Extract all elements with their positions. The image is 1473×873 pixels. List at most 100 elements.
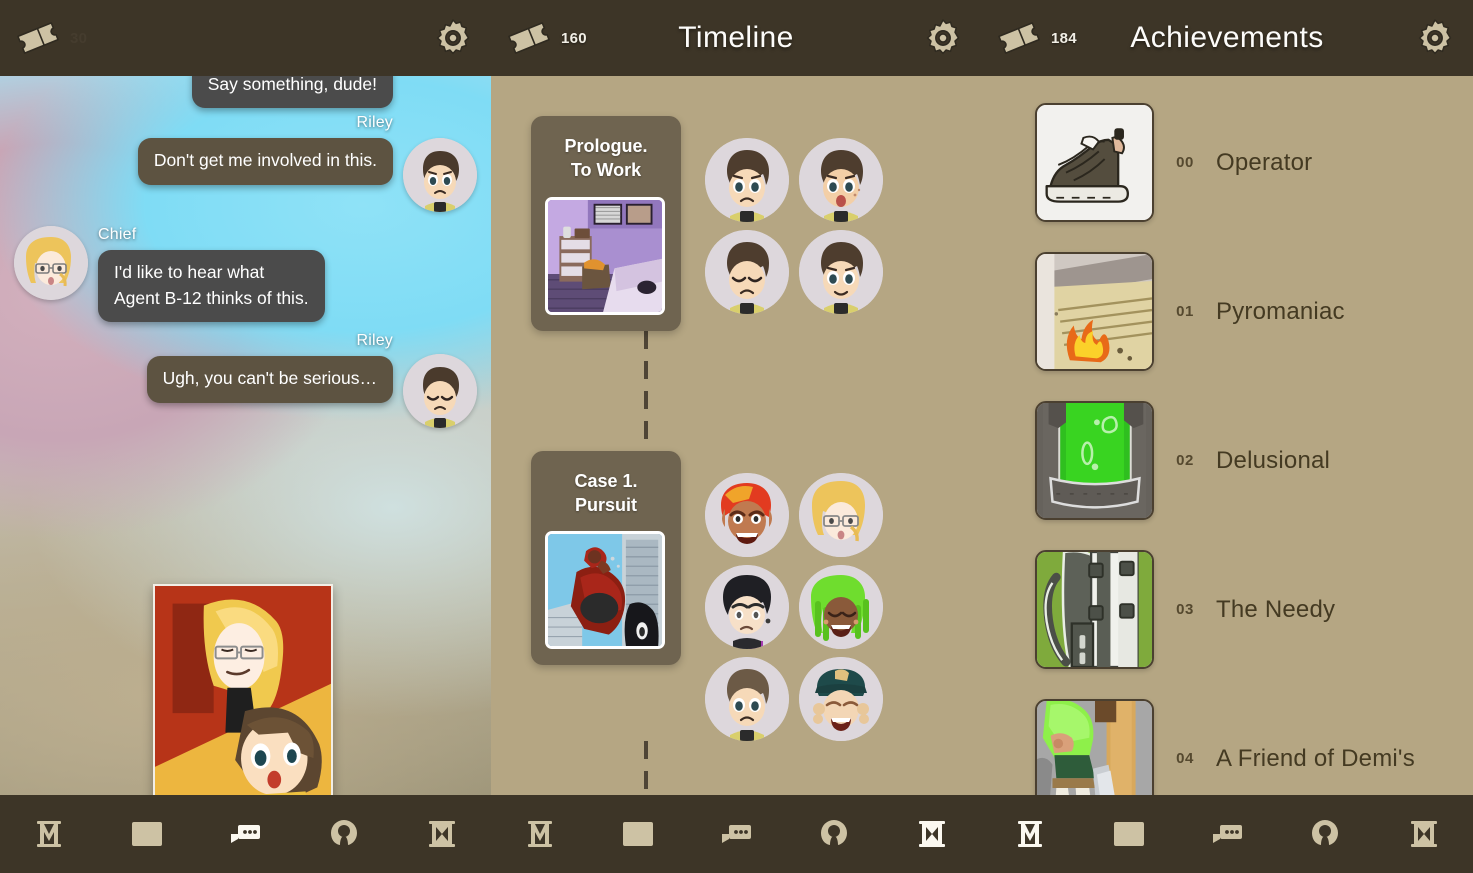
ticket-icon[interactable]	[505, 18, 553, 58]
avatar[interactable]	[403, 354, 477, 429]
character-face[interactable]	[799, 656, 883, 741]
chat-speaker-name: Riley	[356, 332, 393, 350]
episode-characters	[705, 116, 975, 314]
character-face[interactable]	[799, 564, 883, 649]
ticket-group-timeline: 160	[491, 18, 641, 58]
timeline-node: Case 1. Pursuit	[531, 450, 981, 741]
character-face[interactable]	[799, 472, 883, 557]
chat-body: Say something, dude! Riley Don't get me …	[0, 76, 491, 795]
nav-manga-m-icon[interactable]	[21, 806, 77, 862]
achievement-name: The Needy	[1216, 595, 1336, 623]
achievement-thumbnail[interactable]	[1035, 252, 1154, 371]
nav-chat-bubble-icon[interactable]	[217, 806, 273, 862]
achievement-number: 04	[1176, 750, 1194, 767]
chat-speaker-name: Riley	[356, 114, 393, 132]
achievement-thumbnail[interactable]	[1035, 550, 1154, 669]
achievement-row[interactable]: 01 Pyromaniac	[1035, 237, 1473, 386]
nav-manga-m-icon[interactable]	[1002, 806, 1058, 862]
avatar[interactable]	[403, 138, 477, 213]
ticket-icon[interactable]	[995, 18, 1043, 58]
episode-characters	[705, 451, 975, 741]
achievement-row[interactable]: 04 A Friend of Demi's	[1035, 684, 1473, 795]
achievement-name: Pyromaniac	[1216, 297, 1345, 325]
achievement-row[interactable]: 03 The Needy	[1035, 535, 1473, 684]
topbar-chat: 30	[0, 0, 491, 76]
episode-card[interactable]: Case 1. Pursuit	[531, 450, 681, 666]
gear-icon[interactable]	[431, 16, 475, 60]
nav-manga-m-icon[interactable]	[512, 806, 568, 862]
achievement-row[interactable]: 00 Operator	[1035, 88, 1473, 237]
timeline-body: Prologue. To Work Case 1. Pursuit	[491, 76, 981, 795]
ticket-group-achievements: 184	[981, 18, 1131, 58]
panel-chat: 30 Say something, dude! Riley Don't get …	[0, 0, 491, 873]
comic-panel[interactable]	[153, 584, 333, 795]
achievement-thumbnail[interactable]	[1035, 401, 1154, 520]
ticket-count: 30	[70, 29, 88, 47]
achievement-name: Delusional	[1216, 446, 1331, 474]
avatar[interactable]	[14, 226, 88, 301]
achievement-number: 01	[1176, 303, 1194, 320]
ticket-count: 160	[561, 29, 587, 47]
chat-message: Chief I'd like to hear what Agent B-12 t…	[14, 226, 477, 323]
episode-thumbnail[interactable]	[545, 531, 665, 650]
chat-bubble: Say something, dude!	[191, 76, 393, 109]
chat-message: Riley Ugh, you can't be serious…	[14, 332, 477, 429]
timeline-connector	[644, 330, 648, 451]
achievement-name: Operator	[1216, 148, 1313, 176]
achievement-name: A Friend of Demi's	[1216, 744, 1415, 772]
nav-gallery-image-icon[interactable]	[119, 806, 175, 862]
episode-title: Case 1. Pursuit	[574, 470, 638, 515]
achievement-number: 02	[1176, 452, 1194, 469]
episode-card[interactable]: Prologue. To Work	[531, 116, 681, 331]
episode-thumbnail[interactable]	[545, 196, 665, 315]
timeline-node: Prologue. To Work	[531, 116, 981, 331]
achievements-body: 00 Operator 01 Pyromaniac 02 Delusional …	[981, 76, 1473, 795]
nav-hourglass-timeline-icon[interactable]	[904, 806, 960, 862]
character-face[interactable]	[705, 230, 789, 314]
bottom-nav-chat	[0, 795, 491, 873]
nav-gallery-image-icon[interactable]	[1101, 806, 1157, 862]
nav-hourglass-timeline-icon[interactable]	[414, 806, 470, 862]
nav-chat-bubble-icon[interactable]	[1199, 806, 1255, 862]
chat-bubble: Don't get me involved in this.	[137, 138, 393, 185]
timeline-connector	[644, 740, 648, 795]
achievement-number: 03	[1176, 601, 1194, 618]
panel-achievements: 184 Achievements 00 Operator 01 Pyromani…	[981, 0, 1473, 873]
achievement-thumbnail[interactable]	[1035, 103, 1154, 222]
nav-chat-bubble-icon[interactable]	[708, 806, 764, 862]
ticket-icon[interactable]	[14, 18, 62, 58]
achievement-thumbnail[interactable]	[1035, 699, 1154, 795]
character-face[interactable]	[799, 138, 883, 222]
settings-group-achievements	[1413, 16, 1473, 60]
chat-bubble: Ugh, you can't be serious…	[146, 356, 393, 403]
character-face[interactable]	[705, 472, 789, 557]
character-face[interactable]	[705, 656, 789, 741]
gear-icon[interactable]	[1413, 16, 1457, 60]
achievement-number: 00	[1176, 154, 1194, 171]
ticket-count: 184	[1051, 29, 1077, 47]
bottom-nav-timeline	[491, 795, 981, 873]
panel-timeline: 160 Timeline Prologue. To Work Case 1. P…	[491, 0, 981, 873]
nav-profile-person-icon[interactable]	[806, 806, 862, 862]
settings-group-chat	[431, 16, 491, 60]
settings-group-timeline	[921, 16, 981, 60]
gear-icon[interactable]	[921, 16, 965, 60]
topbar-achievements: 184 Achievements	[981, 0, 1473, 76]
chat-speaker-name: Chief	[98, 226, 137, 244]
character-face[interactable]	[799, 230, 883, 314]
character-face[interactable]	[705, 564, 789, 649]
chat-message: Say something, dude!	[14, 76, 477, 109]
timeline-list[interactable]: Prologue. To Work Case 1. Pursuit	[491, 76, 981, 795]
episode-title: Prologue. To Work	[564, 136, 648, 181]
ticket-group-chat: 30	[0, 18, 150, 58]
achievement-row[interactable]: 02 Delusional	[1035, 386, 1473, 535]
nav-profile-person-icon[interactable]	[1297, 806, 1353, 862]
nav-hourglass-timeline-icon[interactable]	[1396, 806, 1452, 862]
topbar-timeline: 160 Timeline	[491, 0, 981, 76]
chat-message: Riley Don't get me involved in this.	[14, 114, 477, 213]
chat-bubble: I'd like to hear what Agent B-12 thinks …	[98, 250, 325, 323]
character-face[interactable]	[705, 138, 789, 222]
nav-gallery-image-icon[interactable]	[610, 806, 666, 862]
achievement-list[interactable]: 00 Operator 01 Pyromaniac 02 Delusional …	[981, 76, 1473, 795]
nav-profile-person-icon[interactable]	[316, 806, 372, 862]
